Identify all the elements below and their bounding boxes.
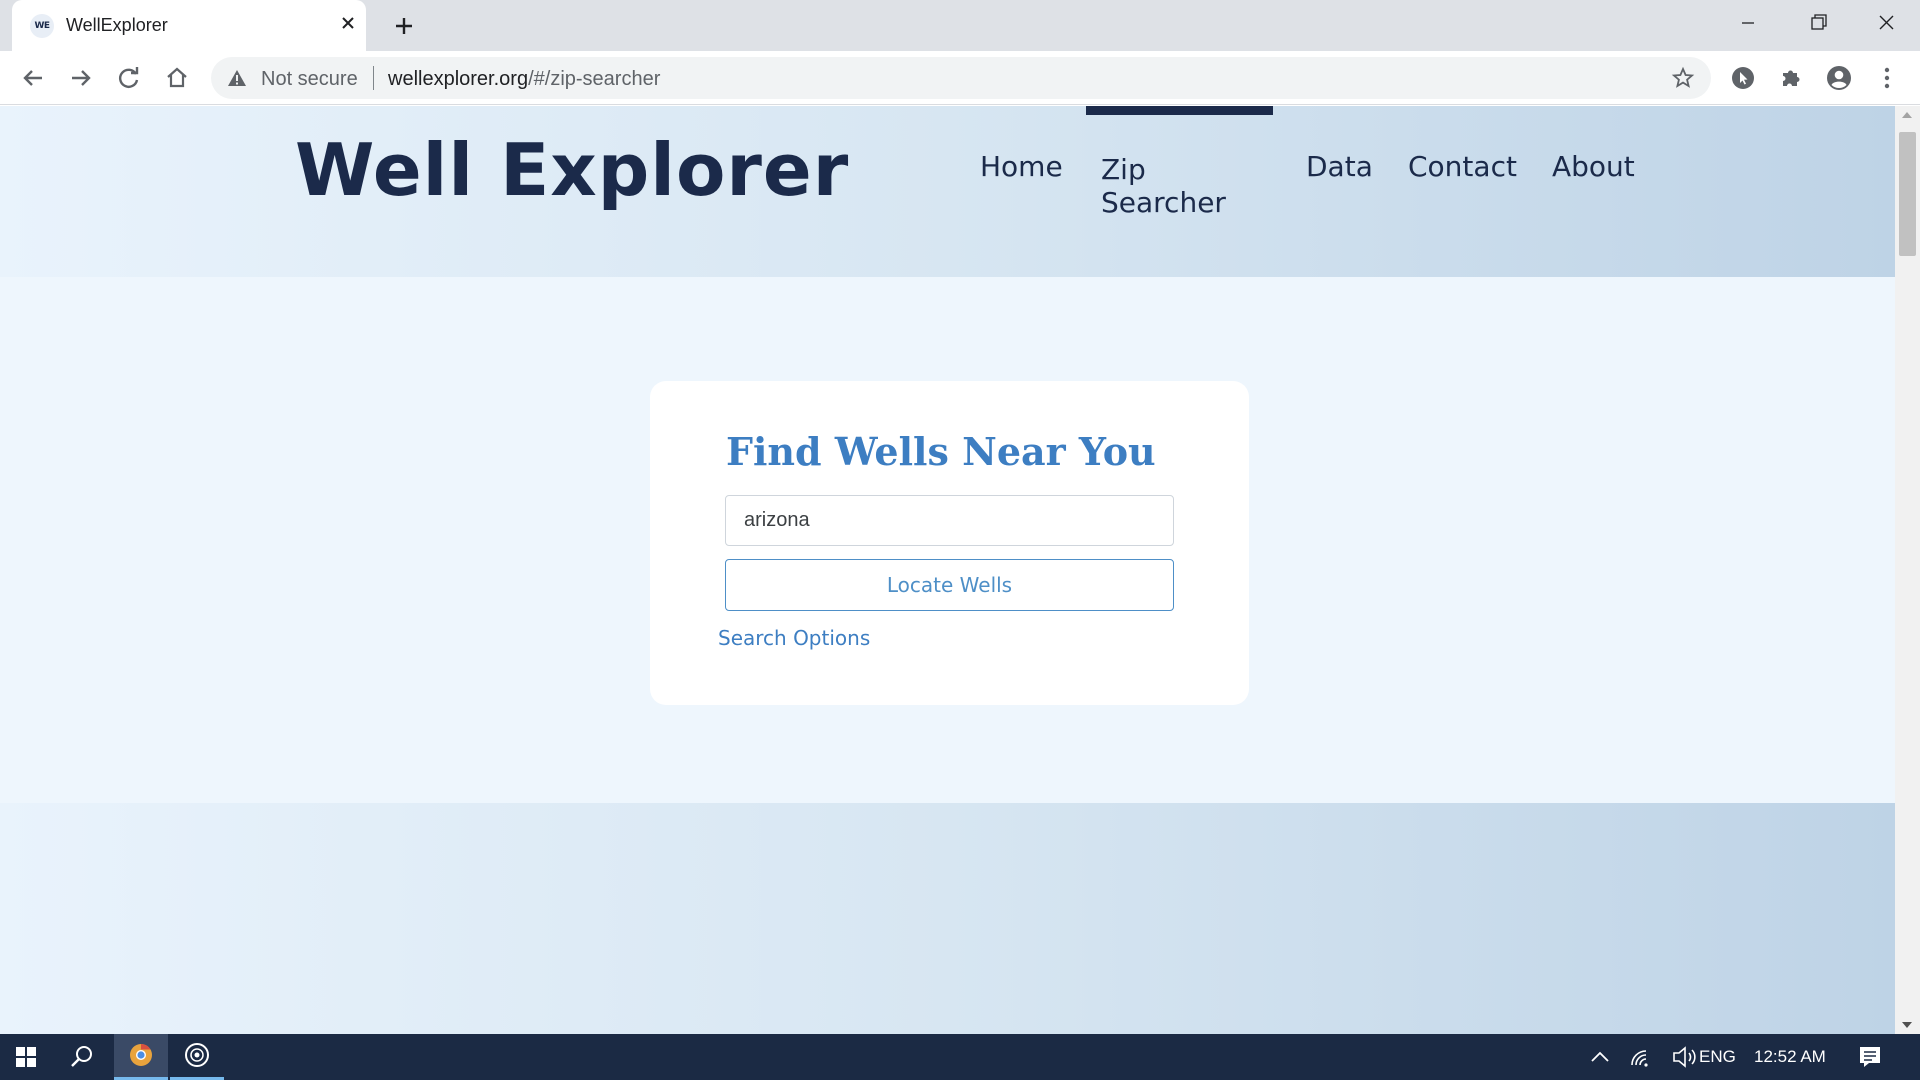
minimize-icon[interactable] — [1730, 8, 1766, 38]
system-clock[interactable]: 12:52 AM — [1754, 1047, 1826, 1067]
nav-about[interactable]: About — [1552, 150, 1635, 183]
security-label[interactable]: Not secure — [261, 68, 358, 91]
site-favicon-icon: WE — [30, 14, 54, 38]
url-text[interactable]: wellexplorer.org/#/zip-searcher — [388, 68, 660, 91]
search-icon[interactable] — [54, 1034, 108, 1080]
menu-kebab-icon[interactable] — [1872, 63, 1902, 93]
locate-wells-button[interactable]: Locate Wells — [725, 559, 1174, 611]
windows-taskbar: ENG 12:52 AM — [0, 1034, 1920, 1080]
tab-title: WellExplorer — [66, 15, 168, 35]
chrome-icon — [130, 1044, 152, 1066]
restore-icon[interactable] — [1800, 8, 1836, 38]
location-search-input[interactable] — [725, 495, 1174, 546]
home-icon[interactable] — [162, 63, 192, 93]
extension-cursor-icon[interactable] — [1728, 63, 1758, 93]
profile-avatar-icon[interactable] — [1824, 63, 1854, 93]
taskbar-recorder-button[interactable] — [170, 1034, 224, 1080]
extensions-puzzle-icon[interactable] — [1776, 63, 1806, 93]
taskbar-chrome-button[interactable] — [114, 1034, 168, 1080]
windows-start-icon[interactable] — [0, 1034, 54, 1080]
back-arrow-icon[interactable] — [18, 63, 48, 93]
recorder-icon — [185, 1043, 209, 1067]
notifications-icon[interactable] — [1845, 1034, 1895, 1080]
url-host: wellexplorer.org — [388, 68, 529, 90]
lower-section — [0, 803, 1895, 1034]
page-scrollbar[interactable] — [1895, 106, 1920, 1034]
scroll-down-arrow-icon[interactable] — [1902, 1022, 1912, 1028]
site-logo[interactable]: Well Explorer — [295, 128, 849, 212]
new-tab-icon[interactable] — [390, 12, 418, 40]
search-card-title: Find Wells Near You — [726, 429, 1156, 474]
site-header: Well Explorer Home Zip Searcher Data Con… — [0, 106, 1895, 277]
reload-icon[interactable] — [114, 63, 144, 93]
language-indicator[interactable]: ENG — [1699, 1047, 1736, 1067]
address-bar[interactable]: Not secure wellexplorer.org/#/zip-search… — [211, 57, 1711, 99]
scroll-up-arrow-icon[interactable] — [1902, 112, 1912, 118]
browser-tabstrip: WE WellExplorer — [0, 0, 1920, 51]
page-viewport: Well Explorer Home Zip Searcher Data Con… — [0, 106, 1895, 1034]
close-window-icon[interactable] — [1868, 8, 1904, 38]
browser-tab[interactable]: WE WellExplorer — [12, 0, 366, 51]
address-separator — [373, 66, 374, 90]
warning-icon[interactable] — [227, 68, 247, 88]
search-card: Find Wells Near You Locate Wells Search … — [650, 381, 1249, 705]
search-options-link[interactable]: Search Options — [718, 626, 870, 650]
nav-home[interactable]: Home — [980, 150, 1063, 183]
nav-contact[interactable]: Contact — [1408, 150, 1517, 183]
nav-data[interactable]: Data — [1306, 150, 1373, 183]
url-path: /#/zip-searcher — [528, 68, 661, 90]
browser-toolbar: Not secure wellexplorer.org/#/zip-search… — [0, 51, 1920, 105]
nav-active-indicator — [1086, 106, 1273, 115]
bookmark-star-icon[interactable] — [1671, 66, 1695, 90]
nav-zip-searcher[interactable]: Zip Searcher — [1101, 153, 1226, 219]
scroll-thumb[interactable] — [1899, 132, 1916, 256]
forward-arrow-icon[interactable] — [66, 63, 96, 93]
close-tab-icon[interactable] — [337, 12, 359, 34]
